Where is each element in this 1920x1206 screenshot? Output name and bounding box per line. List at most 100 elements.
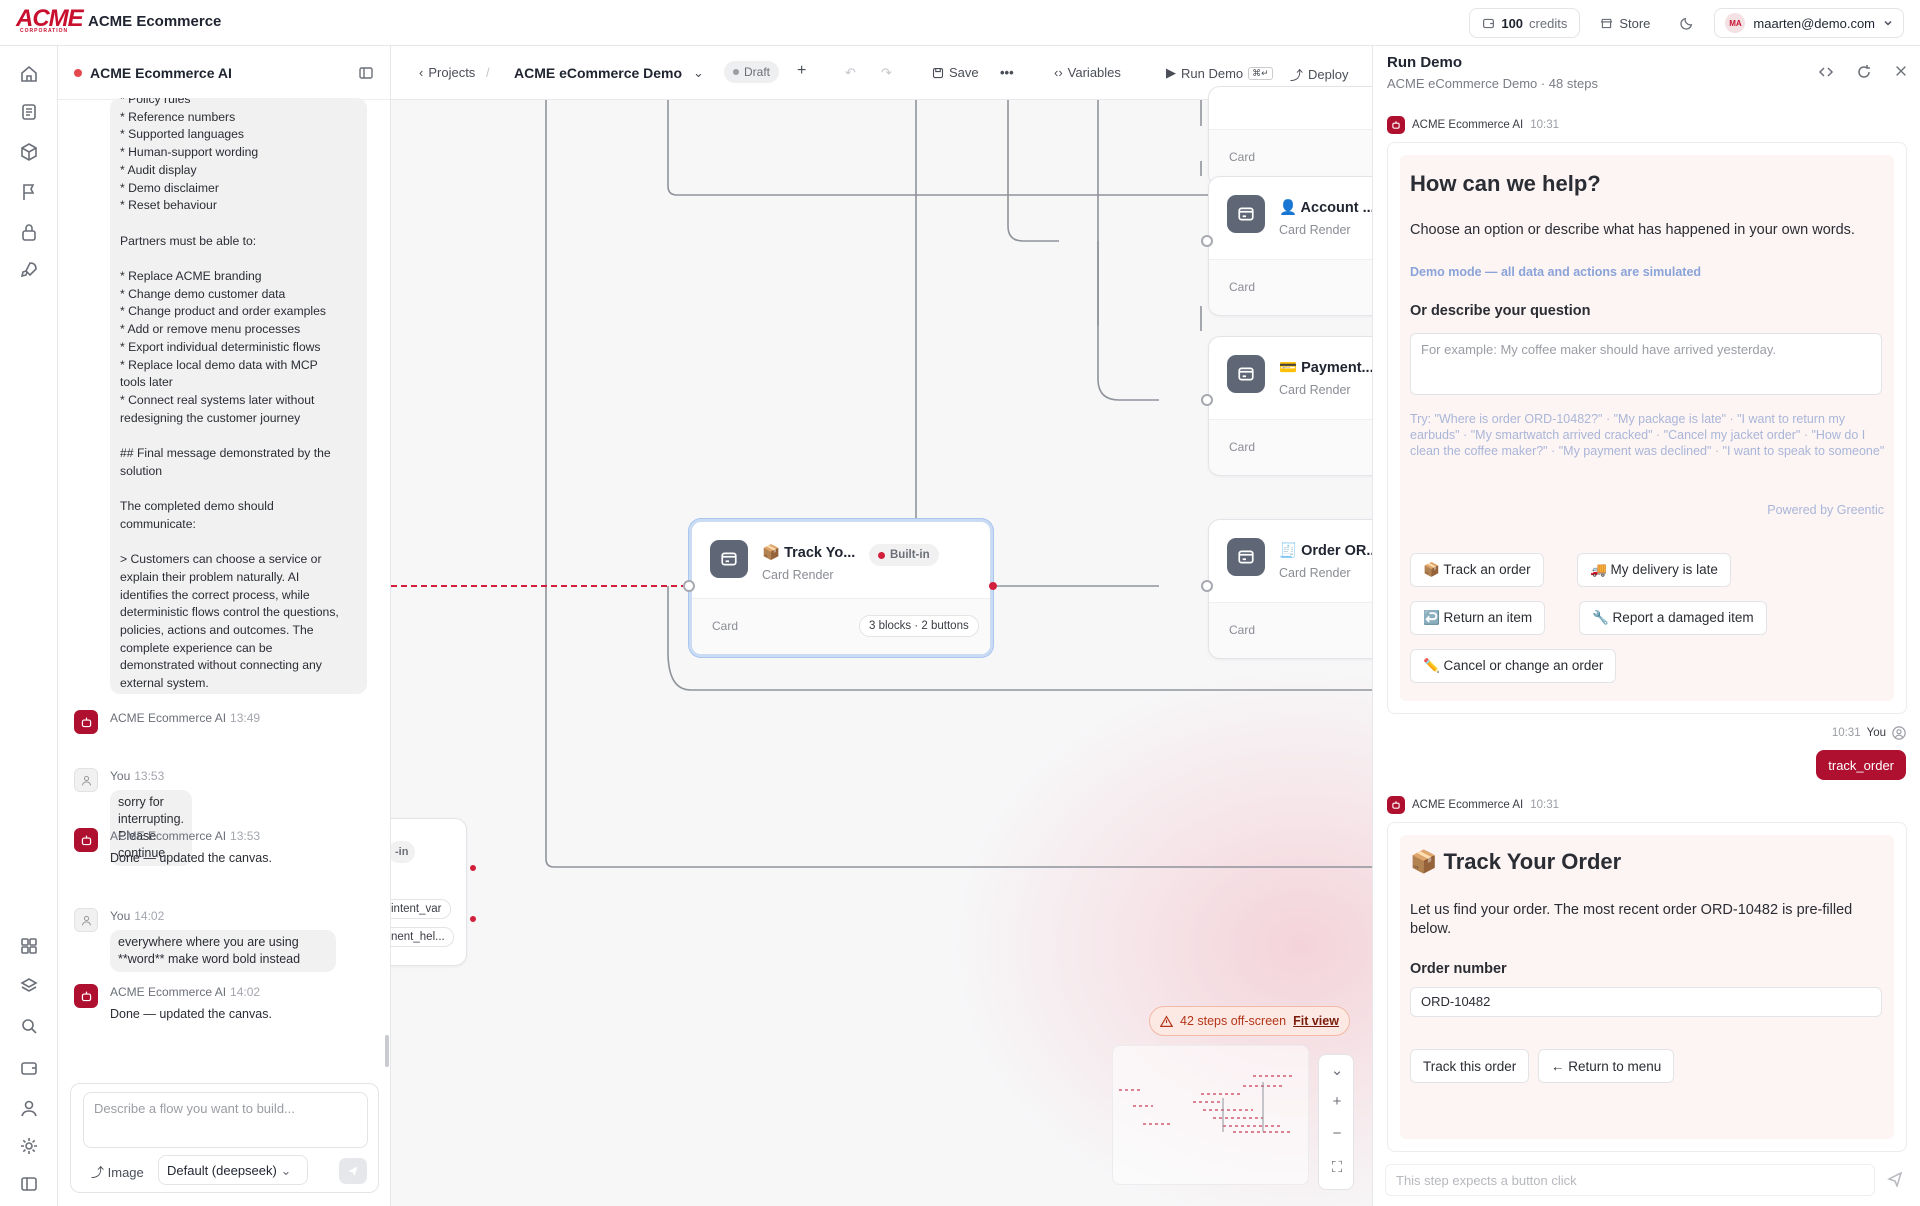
user-icon[interactable] [19, 1098, 39, 1118]
flow-node-order[interactable]: 🧾 Order OR... Card Render Card [1208, 519, 1372, 659]
chevron-down-icon[interactable]: ⌄ [1319, 1061, 1355, 1079]
variables-button[interactable]: ‹› Variables [1054, 65, 1121, 80]
flow-node[interactable]: Card [1208, 86, 1372, 186]
undo-icon[interactable]: ↶ [845, 65, 856, 81]
describe-textarea[interactable]: For example: My coffee maker should have… [1410, 333, 1882, 395]
flow-node-partial[interactable]: -in intent_var nent_hel... [391, 818, 467, 966]
flow-node-track-order[interactable]: 📦 Track Yo... Built-in Card Render Card … [689, 519, 993, 657]
rocket-icon[interactable] [19, 260, 39, 280]
image-upload-button[interactable]: ⤴ Image [91, 1162, 144, 1181]
redo-icon[interactable]: ↷ [881, 65, 892, 81]
status-label: Draft [744, 65, 771, 79]
user-email: maarten@demo.com [1753, 15, 1875, 31]
zoom-controls: ⌄ + − ⛶ [1318, 1054, 1354, 1190]
node-port[interactable] [1201, 394, 1213, 406]
chat-scrollbar[interactable] [385, 1035, 389, 1067]
panel-subtitle: ACME eCommerce Demo · 48 steps [1387, 76, 1598, 91]
more-options-icon[interactable]: ••• [1000, 65, 1014, 80]
node-port[interactable] [1201, 235, 1213, 247]
track-this-order-button[interactable]: Track this order [1410, 1049, 1530, 1083]
send-icon[interactable] [1887, 1171, 1903, 1187]
grid-icon[interactable] [19, 936, 39, 956]
user-label: You [1866, 727, 1886, 739]
fit-view-link[interactable]: Fit view [1293, 1014, 1339, 1028]
message-line: solution [120, 463, 163, 478]
flag-icon[interactable] [19, 182, 39, 202]
user-menu[interactable]: MA maarten@demo.com [1714, 8, 1904, 38]
ai-message-header: ACME Ecommerce AI 10:31 [1387, 796, 1559, 814]
top-bar: ACME CORPORATION ACME Ecommerce 100 cred… [0, 0, 1920, 46]
shortcut-icon: ⌘↵ [1248, 66, 1273, 80]
option-delivery-late-button[interactable]: 🚚 My delivery is late [1577, 553, 1731, 587]
intent-chip: intent_var [391, 899, 451, 919]
node-port-out[interactable] [470, 865, 476, 871]
fullscreen-icon[interactable]: ⛶ [1319, 1159, 1355, 1176]
zoom-out-button[interactable]: − [1319, 1125, 1355, 1142]
layers-icon[interactable] [19, 976, 39, 996]
warning-text: 42 steps off-screen [1180, 1014, 1287, 1028]
minimap[interactable] [1112, 1045, 1309, 1185]
order-number-input[interactable]: ORD-10482 [1410, 987, 1882, 1017]
demo-input[interactable]: This step expects a button click [1385, 1164, 1875, 1196]
message-line: identifies the correct process, while [120, 587, 310, 602]
node-footer: Card 3 blocks · 2 buttons [692, 598, 990, 654]
message-line: * Add or remove menu processes [120, 322, 301, 337]
play-icon: ▶ [1166, 65, 1176, 80]
node-port-out[interactable] [470, 916, 476, 922]
node-footer: Card [1209, 259, 1372, 315]
message-line: * Policy rules [120, 98, 191, 106]
send-button[interactable] [339, 1158, 367, 1184]
wallet-icon[interactable] [19, 1058, 39, 1078]
theme-toggle[interactable] [1670, 16, 1704, 30]
zoom-in-button[interactable]: + [1319, 1093, 1355, 1110]
code-icon[interactable] [1818, 64, 1834, 80]
breadcrumb-projects[interactable]: ‹ Projects [419, 65, 475, 80]
composer-input[interactable]: Describe a flow you want to build... [83, 1092, 368, 1148]
restart-icon[interactable] [1856, 64, 1872, 80]
search-icon[interactable] [19, 1016, 39, 1036]
run-demo-button[interactable]: ▶ Run Demo ⌘↵ [1166, 65, 1273, 81]
ai-time: 10:31 [1530, 119, 1559, 131]
chat-header: ACME Ecommerce AI [58, 46, 390, 100]
document-icon[interactable] [19, 102, 39, 122]
option-cancel-change-button[interactable]: ✏️ Cancel or change an order [1410, 649, 1617, 683]
node-port-out[interactable] [989, 582, 997, 590]
sidebar-icon[interactable] [19, 1174, 39, 1194]
project-name[interactable]: ACME eCommerce Demo [514, 65, 682, 81]
panel-toggle-icon[interactable] [358, 65, 374, 81]
order-number-label: Order number [1410, 961, 1507, 977]
powered-by: Powered by Greentic [1767, 503, 1884, 517]
return-to-menu-button[interactable]: ← Return to menu [1538, 1049, 1675, 1083]
message-line [120, 250, 357, 268]
message-line: * Replace ACME branding [120, 269, 262, 283]
option-damaged-item-button[interactable]: 🔧 Report a damaged item [1579, 601, 1767, 635]
save-button[interactable]: Save [932, 65, 979, 80]
model-label: Default (deepseek) [167, 1163, 277, 1178]
add-button[interactable]: + [797, 62, 806, 80]
card-icon [1227, 195, 1265, 233]
node-port[interactable] [1201, 580, 1213, 592]
credits-badge[interactable]: 100 credits [1469, 8, 1581, 38]
message-line: * Reset behaviour [120, 198, 217, 213]
node-port[interactable] [683, 580, 695, 592]
message-line: Partners must be able to: [120, 233, 257, 248]
message-line [120, 427, 357, 445]
option-track-order-button[interactable]: 📦 Track an order [1410, 553, 1544, 587]
flow-node-payment[interactable]: 💳 Payment... Card Render Card [1208, 336, 1372, 476]
store-link[interactable]: Store [1590, 16, 1660, 31]
cube-icon[interactable] [19, 142, 39, 162]
home-icon[interactable] [19, 64, 39, 84]
message-line: ## Final message demonstrated by the [120, 446, 331, 461]
flow-canvas[interactable]: ‹ Projects / ACME eCommerce Demo ⌄ Draft … [391, 46, 1372, 1206]
project-dropdown[interactable]: ⌄ [693, 65, 704, 81]
lock-icon[interactable] [19, 222, 39, 242]
acme-logo[interactable]: ACME CORPORATION [16, 7, 84, 37]
option-return-item-button[interactable]: ↩️ Return an item [1410, 601, 1546, 635]
model-select[interactable]: Default (deepseek) ⌄ [158, 1155, 308, 1185]
flow-node-account[interactable]: 👤 Account ... Card Render Card [1208, 176, 1372, 316]
message-meta: You 13:53 [110, 769, 165, 783]
status-badge: Draft [724, 61, 780, 83]
close-icon[interactable] [1894, 64, 1908, 78]
deploy-button[interactable]: ⤴ Deploy [1290, 65, 1348, 84]
gear-icon[interactable] [19, 1136, 39, 1156]
